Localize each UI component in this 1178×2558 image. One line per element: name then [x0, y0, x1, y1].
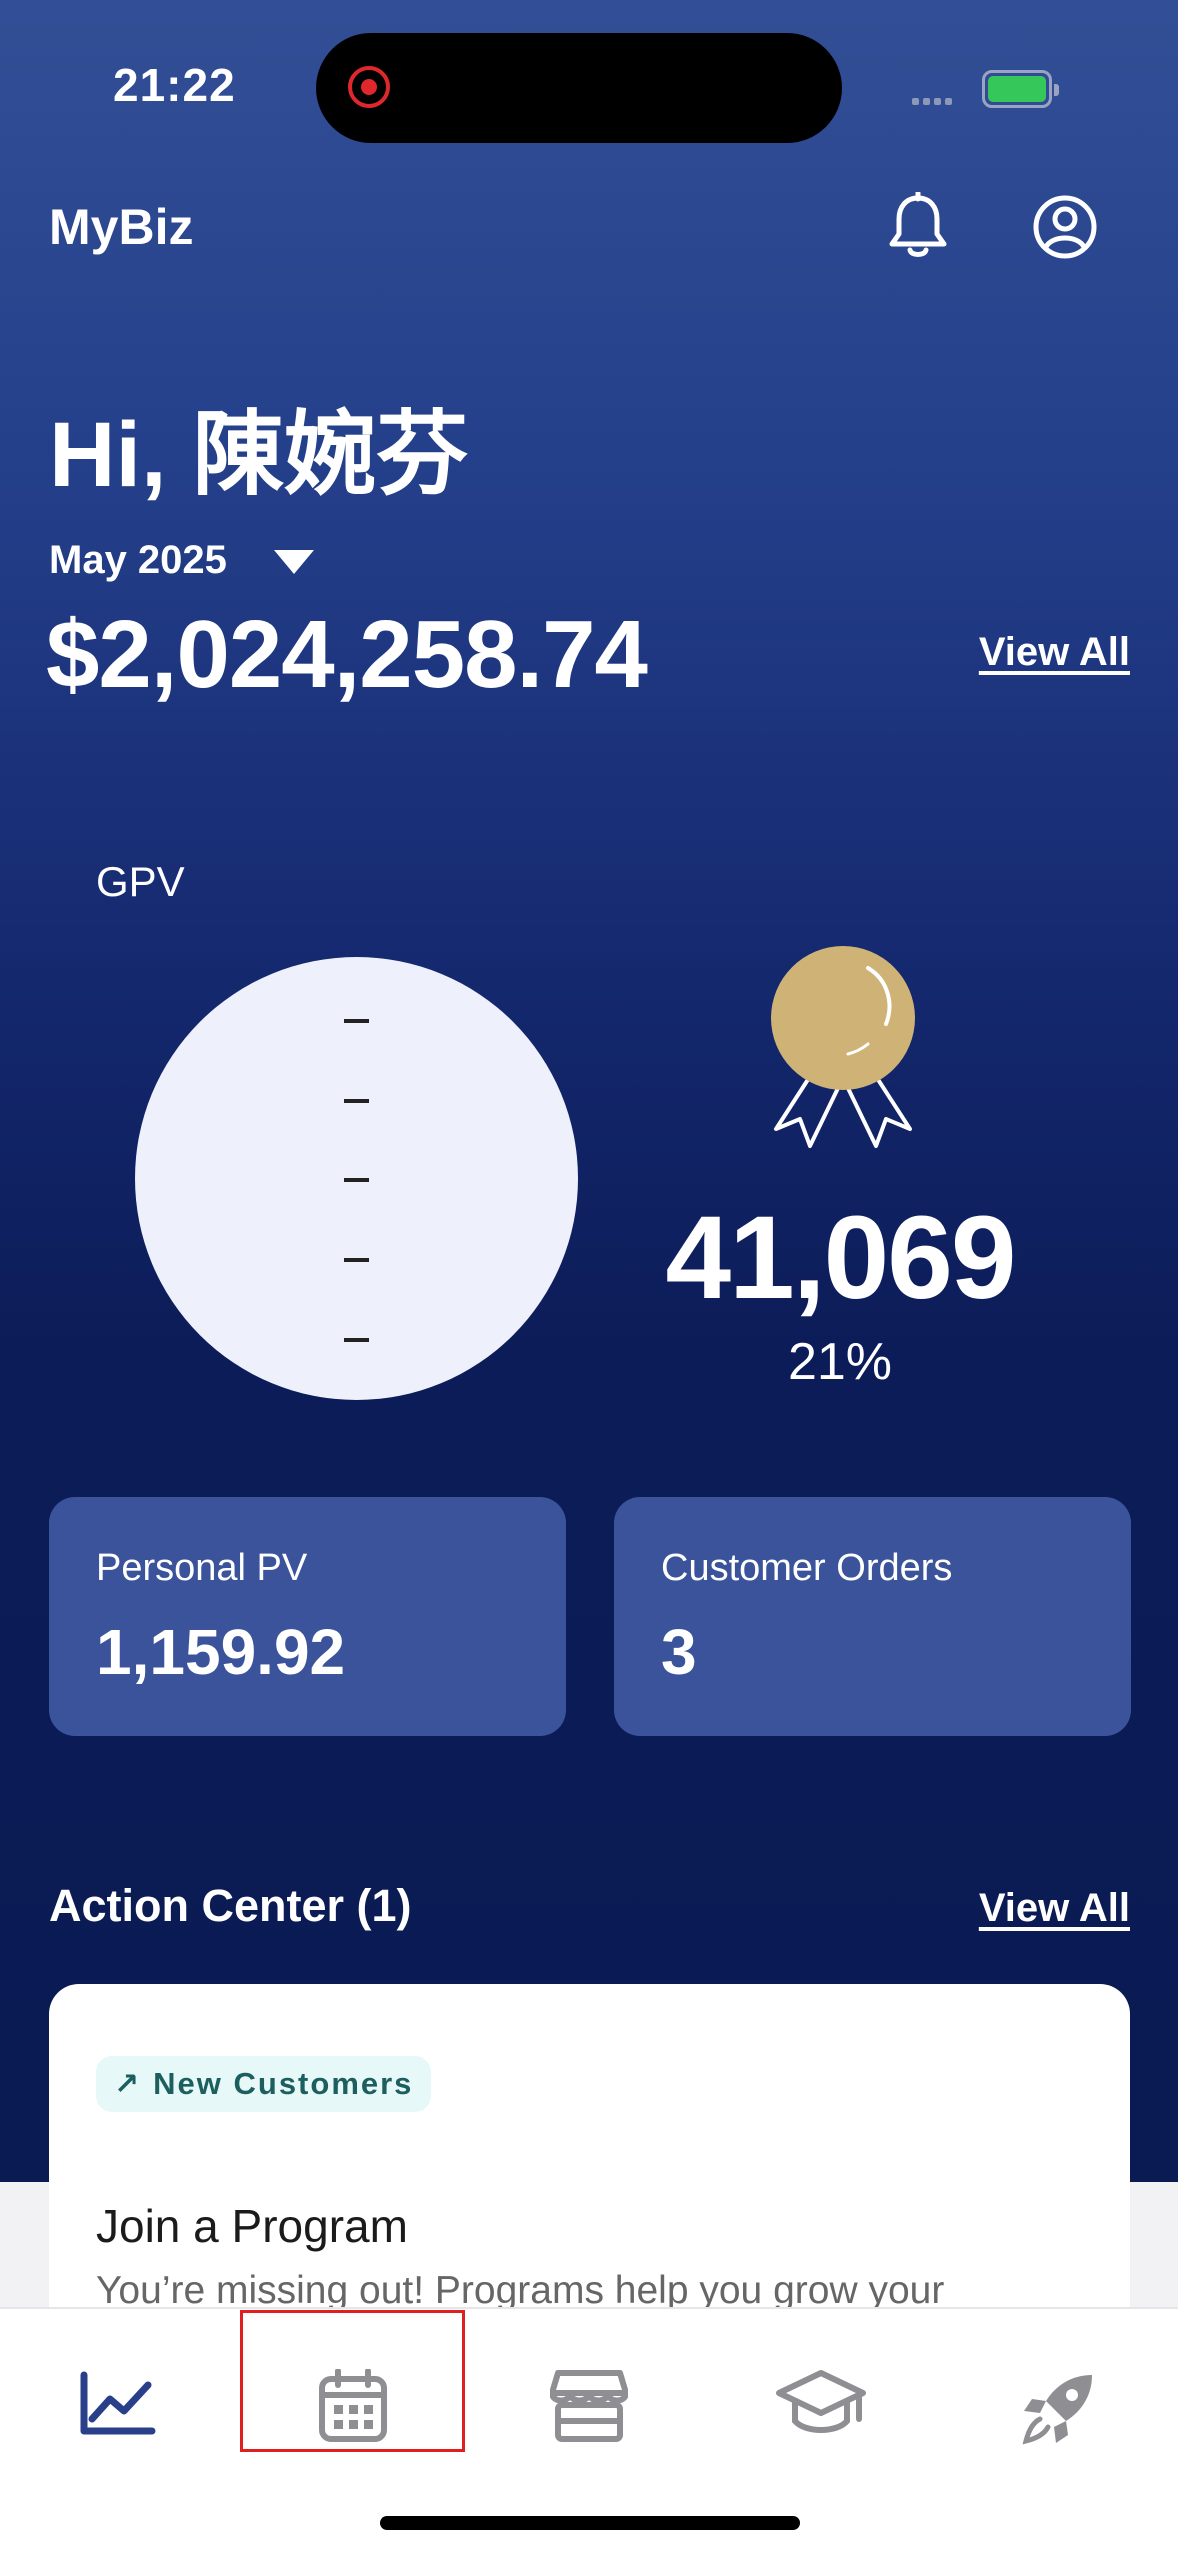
view-all-link[interactable]: View All — [979, 630, 1130, 675]
period-selector[interactable]: May 2025 — [49, 538, 227, 583]
gpv-percent: 21% — [787, 1333, 893, 1391]
award-medal-icon — [748, 944, 938, 1169]
caret-down-icon[interactable] — [272, 548, 316, 581]
greeting-title: Hi, 陳婉芬 — [49, 404, 469, 506]
gpv-chart-placeholder — [135, 957, 578, 1400]
app-brand: MyBiz — [49, 199, 194, 255]
action-center-view-all-link[interactable]: View All — [979, 1886, 1130, 1931]
nav-dashboard-chart-line-icon[interactable] — [78, 2369, 156, 2444]
gpv-value: 41,069 — [665, 1192, 1017, 1324]
total-amount: $2,024,258.74 — [46, 601, 648, 708]
arrow-up-right-icon: ↗ — [114, 2067, 140, 2101]
customer-orders-card[interactable]: Customer Orders 3 — [614, 1497, 1131, 1736]
status-time: 21:22 — [113, 59, 236, 111]
card-value: 1,159.92 — [96, 1616, 346, 1688]
notification-bell-icon[interactable] — [886, 190, 950, 267]
dynamic-island — [316, 33, 842, 143]
nav-rocket-icon[interactable] — [1020, 2369, 1098, 2452]
screen-recording-icon — [348, 66, 390, 108]
home-indicator[interactable] — [380, 2516, 800, 2530]
nav-store-icon[interactable] — [549, 2369, 629, 2448]
action-center-title: Action Center (1) — [49, 1880, 412, 1931]
calendar-tab-highlight — [240, 2310, 465, 2452]
tag-label: New Customers — [153, 2066, 414, 2101]
nav-learning-graduation-cap-icon[interactable] — [775, 2369, 867, 2444]
action-title: Join a Program — [96, 2200, 408, 2252]
personal-pv-card[interactable]: Personal PV 1,159.92 — [49, 1497, 566, 1736]
new-customers-tag: ↗ New Customers — [96, 2056, 432, 2112]
signal-icon — [912, 92, 956, 110]
gpv-label: GPV — [96, 858, 185, 905]
card-value: 3 — [661, 1616, 697, 1688]
card-label: Personal PV — [96, 1547, 308, 1589]
account-icon[interactable] — [1030, 192, 1100, 267]
card-label: Customer Orders — [661, 1547, 953, 1589]
battery-icon — [982, 70, 1059, 108]
